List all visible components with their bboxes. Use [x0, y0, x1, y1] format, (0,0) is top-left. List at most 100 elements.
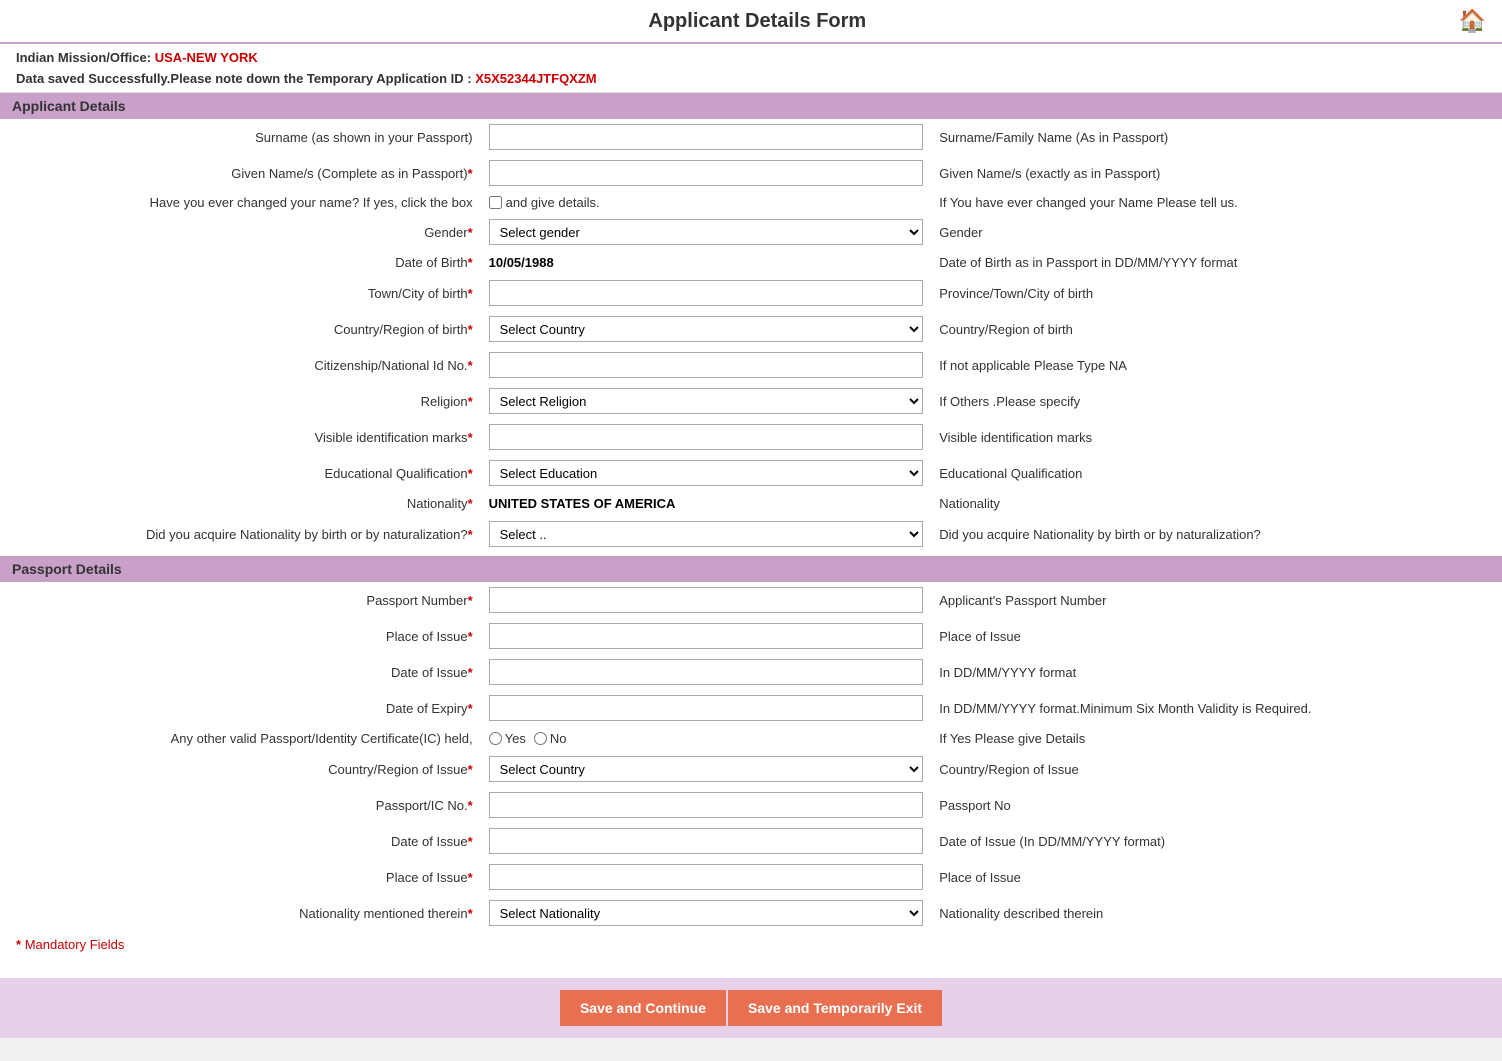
place-issue2-row: Place of Issue* Place of Issue	[0, 859, 1502, 895]
surname-input-cell	[481, 119, 932, 155]
passport-ic-label: Passport/IC No.*	[0, 787, 481, 823]
gender-input-cell: Select gender Male Female Transgender	[481, 214, 932, 250]
nationality-value: UNITED STATES OF AMERICA	[489, 496, 676, 511]
citizenship-input[interactable]	[489, 352, 924, 378]
education-label: Educational Qualification*	[0, 455, 481, 491]
gender-select[interactable]: Select gender Male Female Transgender	[489, 219, 924, 245]
town-input[interactable]	[489, 280, 924, 306]
nationality-acquire-select[interactable]: Select .. By Birth By Naturalization	[489, 521, 924, 547]
place-issue2-label: Place of Issue*	[0, 859, 481, 895]
sub-header: Indian Mission/Office: USA-NEW YORK Data…	[0, 44, 1502, 93]
place-issue-label: Place of Issue*	[0, 618, 481, 654]
date-issue-input-cell	[481, 654, 932, 690]
country-birth-input-cell: Select Country	[481, 311, 932, 347]
no-radio[interactable]	[534, 732, 547, 745]
citizenship-hint: If not applicable Please Type NA	[931, 347, 1502, 383]
surname-input[interactable]	[489, 124, 924, 150]
name-change-hint: If You have ever changed your Name Pleas…	[931, 191, 1502, 214]
education-hint: Educational Qualification	[931, 455, 1502, 491]
main-content: Applicant Details Surname (as shown in y…	[0, 93, 1502, 978]
mandatory-note: * Mandatory Fields	[0, 931, 1502, 958]
date-expiry-input-cell	[481, 690, 932, 726]
visible-marks-input[interactable]	[489, 424, 924, 450]
place-issue2-input[interactable]	[489, 864, 924, 890]
page-header: Applicant Details Form 🏠	[0, 0, 1502, 44]
date-expiry-label: Date of Expiry*	[0, 690, 481, 726]
religion-select[interactable]: Select Religion Hindu Muslim Christian S…	[489, 388, 924, 414]
save-exit-button[interactable]: Save and Temporarily Exit	[728, 990, 942, 1026]
yes-radio[interactable]	[489, 732, 502, 745]
town-hint: Province/Town/City of birth	[931, 275, 1502, 311]
country-issue-select[interactable]: Select Country	[489, 756, 924, 782]
date-issue-input[interactable]	[489, 659, 924, 685]
country-issue-input-cell: Select Country	[481, 751, 932, 787]
passport-form-table: Passport Number* Applicant's Passport Nu…	[0, 582, 1502, 931]
date-issue2-input-cell	[481, 823, 932, 859]
date-issue2-label: Date of Issue*	[0, 823, 481, 859]
mandatory-note-text: Mandatory Fields	[25, 937, 125, 952]
surname-row: Surname (as shown in your Passport) Surn…	[0, 119, 1502, 155]
nationality-hint: Nationality	[931, 491, 1502, 516]
place-issue-input-cell	[481, 618, 932, 654]
nationality-therein-hint: Nationality described therein	[931, 895, 1502, 931]
country-birth-row: Country/Region of birth* Select Country …	[0, 311, 1502, 347]
country-birth-select[interactable]: Select Country	[489, 316, 924, 342]
date-issue-label: Date of Issue*	[0, 654, 481, 690]
home-icon[interactable]: 🏠	[1459, 8, 1486, 34]
given-names-hint: Given Name/s (exactly as in Passport)	[931, 155, 1502, 191]
nationality-value-cell: UNITED STATES OF AMERICA	[481, 491, 932, 516]
surname-label: Surname (as shown in your Passport)	[0, 119, 481, 155]
nationality-row: Nationality* UNITED STATES OF AMERICA Na…	[0, 491, 1502, 516]
passport-number-input-cell	[481, 582, 932, 618]
mission-line: Indian Mission/Office: USA-NEW YORK	[16, 50, 1486, 65]
place-issue-input[interactable]	[489, 623, 924, 649]
visible-marks-row: Visible identification marks* Visible id…	[0, 419, 1502, 455]
passport-ic-input-cell	[481, 787, 932, 823]
app-id: X5X52344JTFQXZM	[475, 71, 596, 86]
success-text: Data saved Successfully.Please note down…	[16, 71, 472, 86]
date-issue2-input[interactable]	[489, 828, 924, 854]
name-change-cell: and give details.	[481, 191, 932, 214]
name-change-suffix: and give details.	[506, 195, 600, 210]
other-passport-hint: If Yes Please give Details	[931, 726, 1502, 751]
date-expiry-hint: In DD/MM/YYYY format.Minimum Six Month V…	[931, 690, 1502, 726]
town-row: Town/City of birth* Province/Town/City o…	[0, 275, 1502, 311]
success-message: Data saved Successfully.Please note down…	[16, 71, 1486, 86]
education-select[interactable]: Select Education Below Matric Matric Int…	[489, 460, 924, 486]
nationality-therein-label: Nationality mentioned therein*	[0, 895, 481, 931]
visible-marks-label: Visible identification marks*	[0, 419, 481, 455]
nationality-label: Nationality*	[0, 491, 481, 516]
passport-ic-input[interactable]	[489, 792, 924, 818]
passport-number-input[interactable]	[489, 587, 924, 613]
visible-marks-hint: Visible identification marks	[931, 419, 1502, 455]
given-names-row: Given Name/s (Complete as in Passport)* …	[0, 155, 1502, 191]
nationality-acquire-input-cell: Select .. By Birth By Naturalization	[481, 516, 932, 552]
religion-row: Religion* Select Religion Hindu Muslim C…	[0, 383, 1502, 419]
country-issue-label: Country/Region of Issue*	[0, 751, 481, 787]
date-expiry-input[interactable]	[489, 695, 924, 721]
given-names-input[interactable]	[489, 160, 924, 186]
place-issue-hint: Place of Issue	[931, 618, 1502, 654]
save-continue-button[interactable]: Save and Continue	[560, 990, 726, 1026]
mission-label: Indian Mission/Office:	[16, 50, 151, 65]
citizenship-label: Citizenship/National Id No.*	[0, 347, 481, 383]
applicant-section-header: Applicant Details	[0, 93, 1502, 119]
nationality-therein-select[interactable]: Select Nationality	[489, 900, 924, 926]
country-issue-row: Country/Region of Issue* Select Country …	[0, 751, 1502, 787]
gender-hint: Gender	[931, 214, 1502, 250]
form-footer: Save and Continue Save and Temporarily E…	[0, 978, 1502, 1038]
page-wrapper: Applicant Details Form 🏠 Indian Mission/…	[0, 0, 1502, 1038]
no-radio-label[interactable]: No	[534, 731, 567, 746]
other-passport-input-cell: Yes No	[481, 726, 932, 751]
yes-radio-label[interactable]: Yes	[489, 731, 526, 746]
country-issue-hint: Country/Region of Issue	[931, 751, 1502, 787]
given-names-input-cell	[481, 155, 932, 191]
passport-section-header: Passport Details	[0, 556, 1502, 582]
place-issue-row: Place of Issue* Place of Issue	[0, 618, 1502, 654]
passport-number-row: Passport Number* Applicant's Passport Nu…	[0, 582, 1502, 618]
name-change-checkbox[interactable]	[489, 196, 502, 209]
passport-number-hint: Applicant's Passport Number	[931, 582, 1502, 618]
name-change-row: Have you ever changed your name? If yes,…	[0, 191, 1502, 214]
citizenship-input-cell	[481, 347, 932, 383]
date-expiry-row: Date of Expiry* In DD/MM/YYYY format.Min…	[0, 690, 1502, 726]
